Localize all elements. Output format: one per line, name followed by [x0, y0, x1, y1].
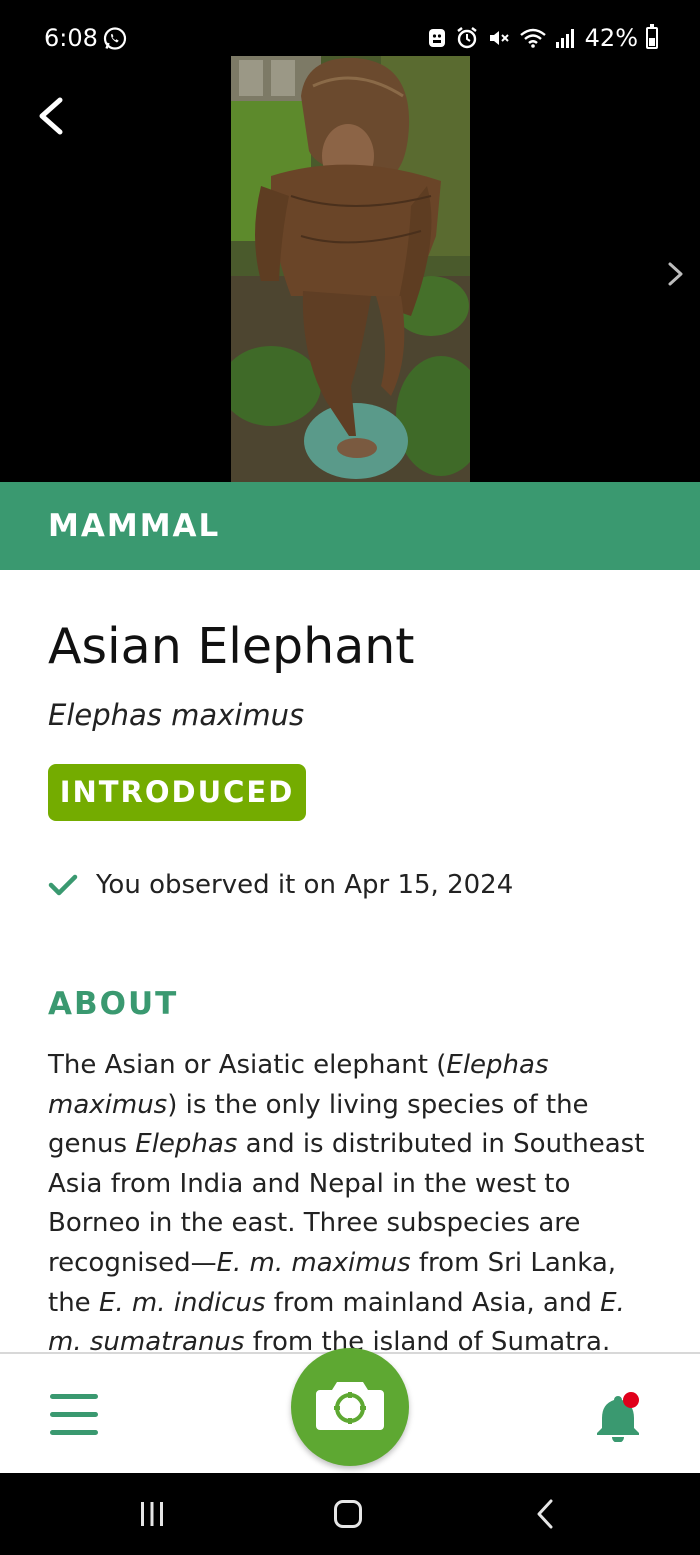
status-badge: INTRODUCED: [48, 764, 306, 821]
alarm-icon: [456, 27, 477, 49]
observation-photo[interactable]: [231, 56, 470, 482]
battery-fill: [649, 38, 655, 46]
about-italic-term: E. m. maximus: [216, 1247, 411, 1278]
about-italic-term: Elephas: [135, 1129, 238, 1160]
check-icon: [48, 874, 78, 896]
home-icon[interactable]: [334, 1500, 362, 1528]
status-indicators: 42%: [427, 24, 658, 52]
species-details: Asian Elephant Elephas maximus INTRODUCE…: [0, 570, 700, 1354]
battery-icon: [646, 24, 658, 49]
back-arrow-icon[interactable]: [30, 94, 70, 138]
status-time: 6:08: [44, 24, 98, 52]
about-description: The Asian or Asiatic elephant (Elephas m…: [48, 1046, 648, 1354]
hamburger-menu-icon[interactable]: [50, 1394, 100, 1438]
about-text: from mainland Asia, and: [265, 1287, 601, 1318]
bell-icon[interactable]: [592, 1390, 644, 1442]
bigfoot-statue-image: [231, 56, 470, 482]
photo-viewer: [0, 56, 700, 482]
category-banner: MAMMAL: [0, 482, 700, 570]
chevron-right-icon[interactable]: [664, 258, 688, 290]
about-heading: ABOUT: [48, 986, 179, 1022]
recent-apps-icon[interactable]: [138, 1500, 166, 1528]
signal-icon: [555, 29, 574, 48]
category-label: MAMMAL: [48, 508, 221, 544]
camera-button[interactable]: [291, 1348, 409, 1466]
bottom-navigation: [0, 1348, 700, 1473]
whatsapp-icon: [103, 27, 127, 50]
scientific-name: Elephas maximus: [48, 698, 305, 732]
common-name: Asian Elephant: [48, 618, 415, 675]
about-text: The Asian or Asiatic elephant (: [48, 1050, 447, 1080]
camera-icon: [316, 1382, 384, 1430]
system-navigation-bar: [0, 1473, 700, 1555]
about-text: from the island of Sumatra.: [244, 1327, 611, 1354]
android-icon: [428, 29, 445, 47]
mute-icon: [489, 31, 509, 45]
observed-row: You observed it on Apr 15, 2024: [48, 870, 513, 900]
battery-percent: 42%: [584, 24, 638, 52]
observed-date-text: You observed it on Apr 15, 2024: [96, 870, 514, 900]
wifi-icon: [519, 28, 546, 48]
notification-dot: [623, 1392, 639, 1408]
system-back-icon[interactable]: [535, 1498, 555, 1530]
about-italic-term: E. m. indicus: [98, 1287, 266, 1318]
